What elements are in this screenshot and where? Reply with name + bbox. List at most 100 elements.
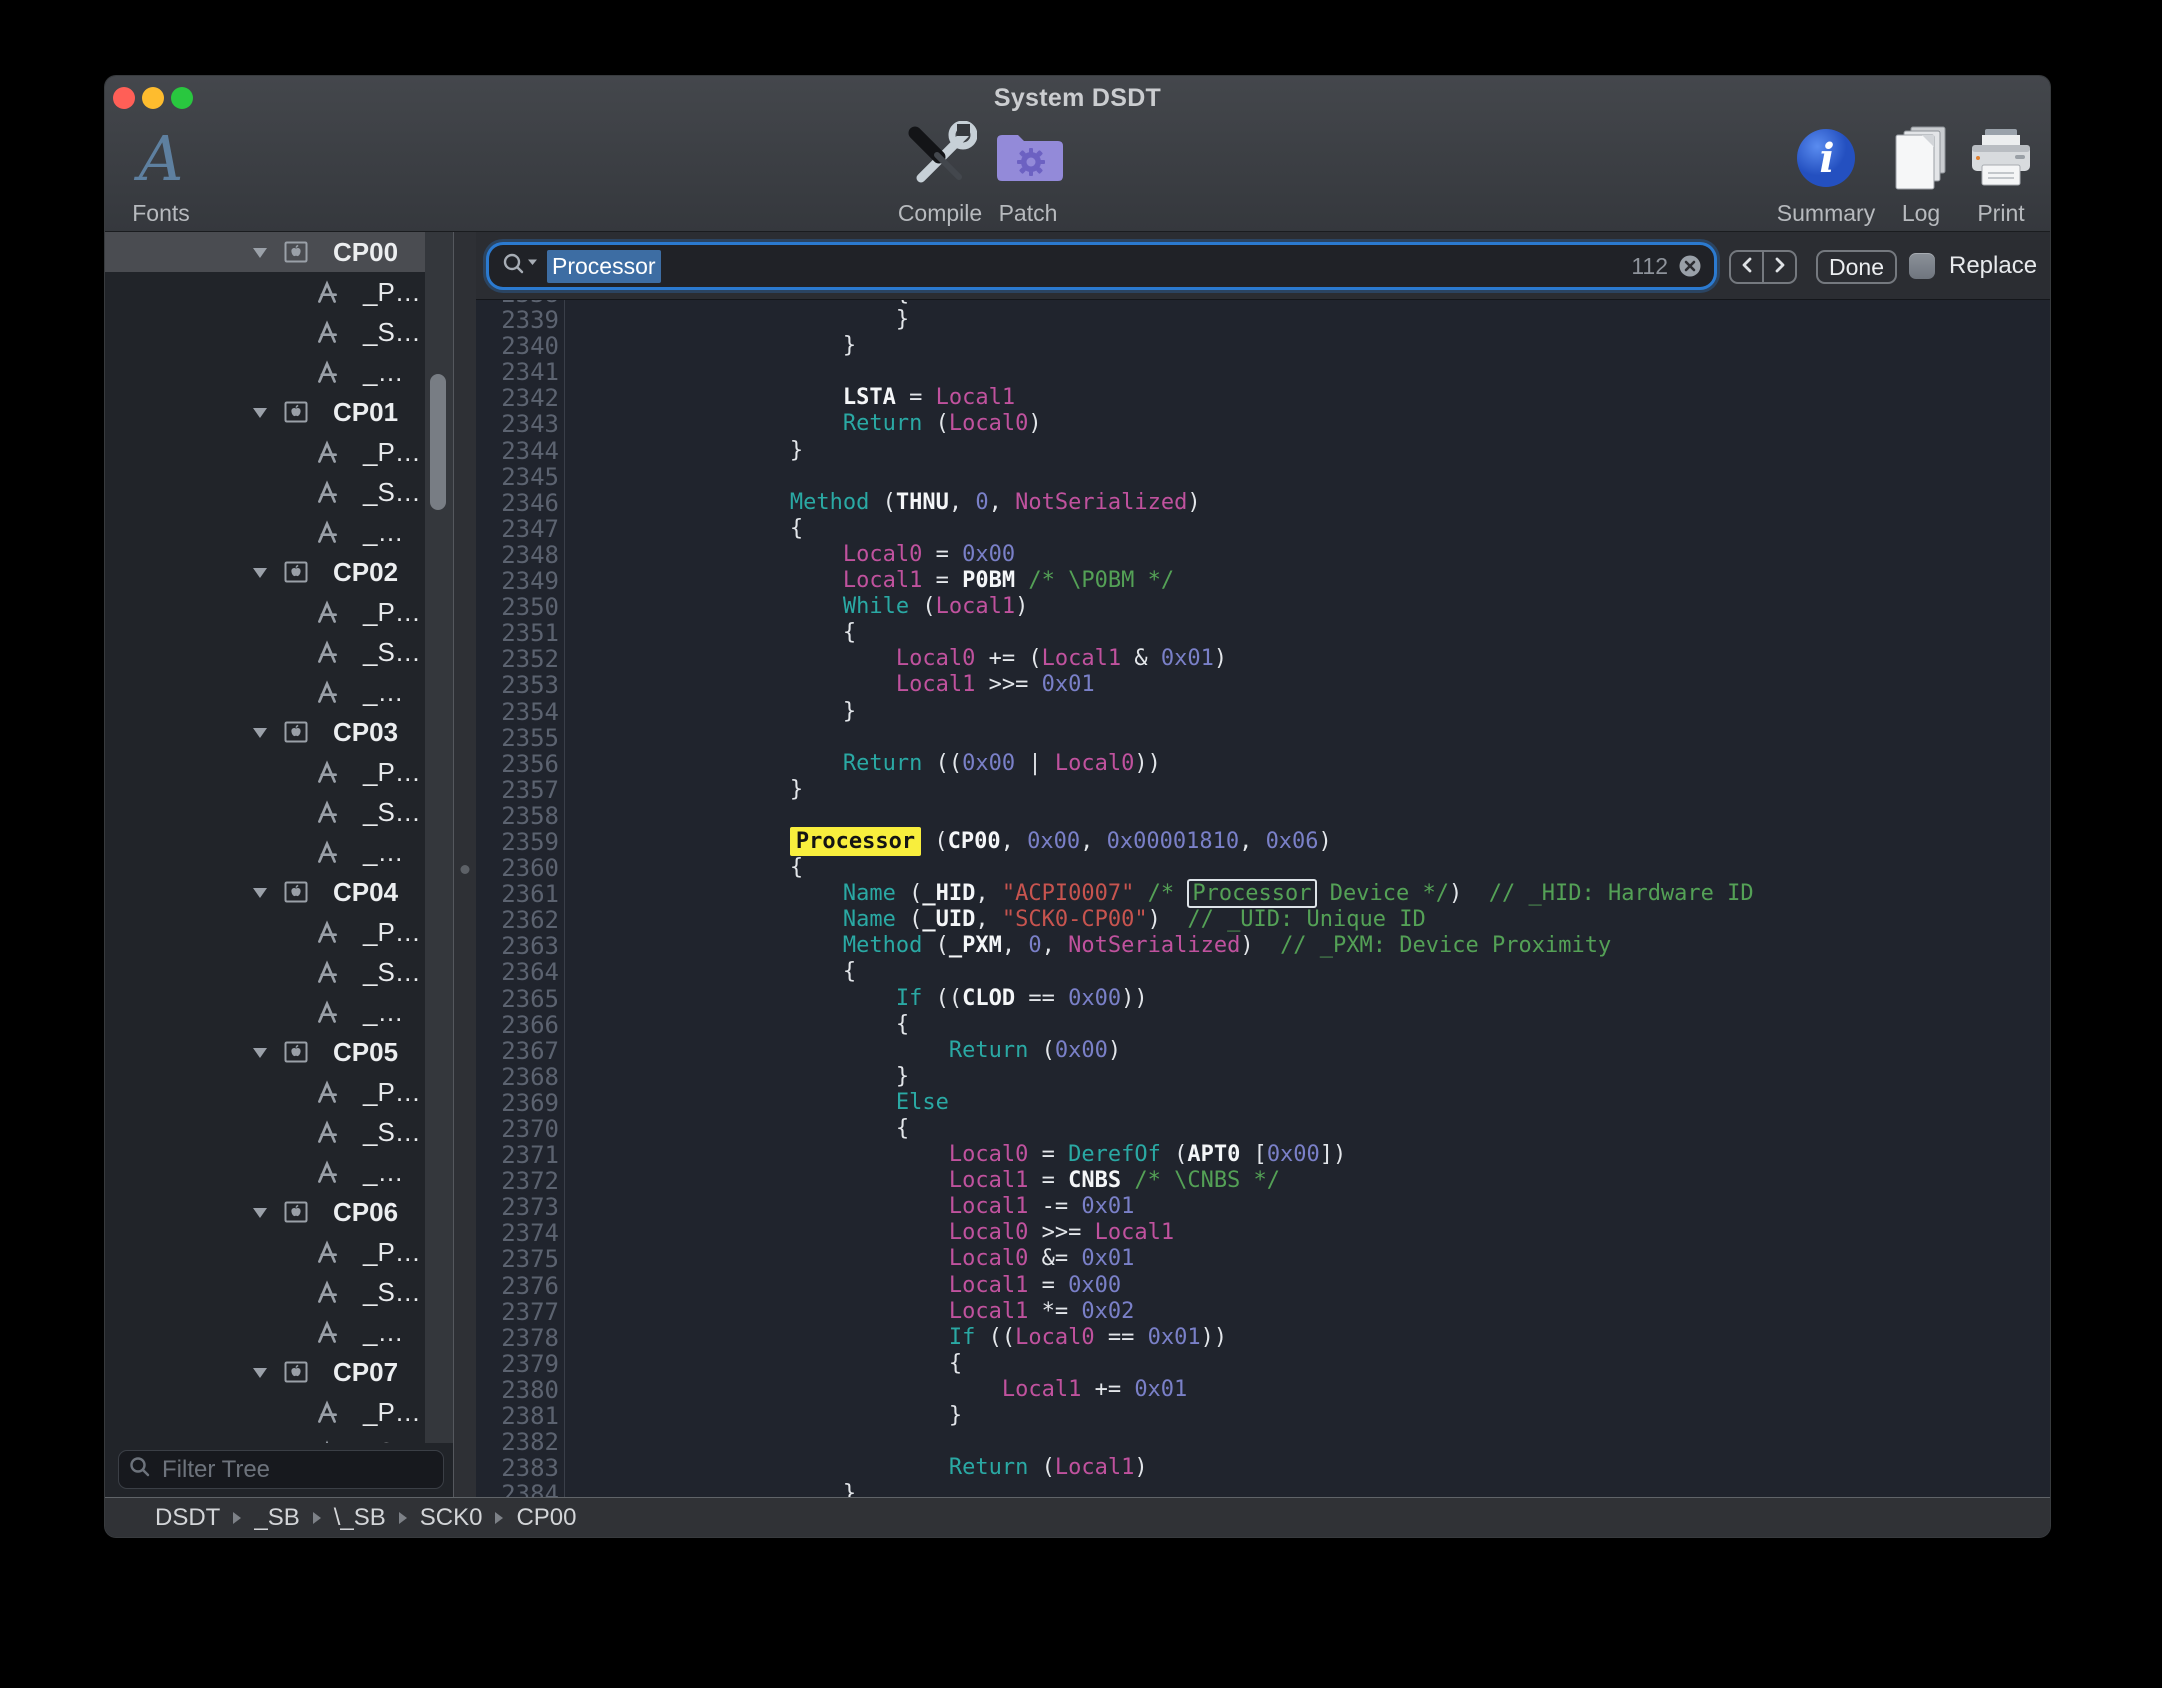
svg-text:i: i xyxy=(1819,135,1834,182)
tree-child-item[interactable]: _P… xyxy=(105,1232,453,1272)
tree-child-item[interactable]: _S… xyxy=(105,312,453,352)
fonts-icon: A xyxy=(130,122,192,199)
tree-item-label: CP04 xyxy=(333,877,398,908)
disclosure-triangle-icon[interactable] xyxy=(252,1366,268,1384)
line-number: 2383 xyxy=(476,1455,564,1481)
done-button[interactable]: Done xyxy=(1816,250,1897,284)
filter-tree-field[interactable] xyxy=(118,1450,444,1489)
code-line: Local1 -= 0x01 xyxy=(578,1194,2050,1220)
tree-child-item[interactable]: _… xyxy=(105,992,453,1032)
tree-child-item[interactable]: _P… xyxy=(105,1072,453,1112)
tree-child-label: _… xyxy=(363,517,403,548)
find-input[interactable]: Processor 112 xyxy=(489,245,1714,287)
print-button[interactable]: Print xyxy=(1926,122,2050,227)
find-next-button[interactable] xyxy=(1764,252,1795,282)
code-line: } xyxy=(578,1481,2050,1497)
tree-child-item[interactable]: _… xyxy=(105,832,453,872)
code-line: Return ((0x00 | Local0)) xyxy=(578,751,2050,777)
tree-item-CP01[interactable]: CP01 xyxy=(105,392,453,432)
tree-child-item[interactable]: _P… xyxy=(105,912,453,952)
disclosure-triangle-icon[interactable] xyxy=(252,566,268,584)
breadcrumb-item[interactable]: SCK0 xyxy=(420,1504,483,1532)
chevron-left-icon xyxy=(1739,255,1755,280)
tree-child-item[interactable]: _P… xyxy=(105,272,453,312)
tree-item-CP03[interactable]: CP03 xyxy=(105,712,453,752)
tree-child-item[interactable]: _P… xyxy=(105,592,453,632)
code-line: } xyxy=(578,699,2050,725)
device-icon xyxy=(282,398,310,431)
method-icon xyxy=(313,359,341,392)
tree-child-item[interactable]: _… xyxy=(105,672,453,712)
pane-splitter[interactable] xyxy=(454,232,476,1497)
tree-child-label: _S… xyxy=(363,637,421,668)
code-line: } xyxy=(578,1403,2050,1429)
tree-child-item[interactable]: _P… xyxy=(105,752,453,792)
disclosure-triangle-icon[interactable] xyxy=(252,1046,268,1064)
tree-child-item[interactable]: _S… xyxy=(105,632,453,672)
line-number: 2341 xyxy=(476,359,564,385)
breadcrumb-item[interactable]: CP00 xyxy=(516,1504,576,1532)
clear-search-icon[interactable] xyxy=(1678,254,1702,278)
code-line: Local1 = CNBS /* \CNBS */ xyxy=(578,1168,2050,1194)
tree-item-CP02[interactable]: CP02 xyxy=(105,552,453,592)
sidebar-scrollbar-thumb[interactable] xyxy=(430,374,446,510)
code-line: } xyxy=(578,1064,2050,1090)
search-menu-icon[interactable] xyxy=(501,251,541,282)
code-editor[interactable]: 2338233923402341234223432344234523462347… xyxy=(476,300,2050,1497)
tree-child-item[interactable]: _S… xyxy=(105,1112,453,1152)
tree-child-item[interactable]: _… xyxy=(105,352,453,392)
method-icon xyxy=(313,319,341,352)
code-line: { xyxy=(578,516,2050,542)
code-line: { xyxy=(578,959,2050,985)
disclosure-triangle-icon[interactable] xyxy=(252,886,268,904)
tree-item-label: CP06 xyxy=(333,1197,398,1228)
method-icon xyxy=(313,1119,341,1152)
tree-child-item[interactable]: _S… xyxy=(105,472,453,512)
code-line: Local0 >>= Local1 xyxy=(578,1220,2050,1246)
line-number: 2353 xyxy=(476,672,564,698)
disclosure-triangle-icon[interactable] xyxy=(252,1206,268,1224)
disclosure-triangle-icon[interactable] xyxy=(252,726,268,744)
disclosure-triangle-icon[interactable] xyxy=(252,406,268,424)
replace-checkbox[interactable] xyxy=(1909,253,1935,279)
find-previous-button[interactable] xyxy=(1731,252,1764,282)
code-line: Local1 = 0x00 xyxy=(578,1273,2050,1299)
line-number: 2382 xyxy=(476,1429,564,1455)
breadcrumb-item[interactable]: _SB xyxy=(254,1504,299,1532)
tree-child-item[interactable]: _… xyxy=(105,512,453,552)
tree-child-item[interactable]: _… xyxy=(105,1312,453,1352)
method-icon xyxy=(313,1079,341,1112)
code-line: } xyxy=(578,438,2050,464)
patch-button[interactable]: Patch xyxy=(953,122,1103,227)
app-window: System DSDT A Fonts Compile xyxy=(105,76,2050,1537)
tree-child-item[interactable]: _S… xyxy=(105,1432,453,1443)
breadcrumb-item[interactable]: \_SB xyxy=(334,1504,386,1532)
tree-item-CP00[interactable]: CP00 xyxy=(105,232,453,272)
device-icon xyxy=(282,238,310,271)
code-line: { xyxy=(578,1351,2050,1377)
fonts-button[interactable]: A Fonts xyxy=(105,122,236,227)
tree-item-CP05[interactable]: CP05 xyxy=(105,1032,453,1072)
tree-item-CP04[interactable]: CP04 xyxy=(105,872,453,912)
line-number: 2359 xyxy=(476,829,564,855)
disclosure-triangle-icon[interactable] xyxy=(252,246,268,264)
filter-tree-input[interactable] xyxy=(160,1455,434,1485)
tree-child-item[interactable]: _P… xyxy=(105,432,453,472)
svg-text:A: A xyxy=(134,122,184,194)
tree-item-CP06[interactable]: CP06 xyxy=(105,1192,453,1232)
line-number: 2355 xyxy=(476,725,564,751)
tree-child-item[interactable]: _S… xyxy=(105,1272,453,1312)
line-number: 2374 xyxy=(476,1220,564,1246)
tree-child-item[interactable]: _S… xyxy=(105,952,453,992)
device-icon xyxy=(282,1038,310,1071)
tree-child-item[interactable]: _P… xyxy=(105,1392,453,1432)
breadcrumb-item[interactable]: DSDT xyxy=(155,1504,220,1532)
tree-item-CP07[interactable]: CP07 xyxy=(105,1352,453,1392)
breadcrumb-separator-icon xyxy=(495,1512,503,1524)
tree-child-label: _P… xyxy=(363,1077,421,1108)
tree-child-item[interactable]: _… xyxy=(105,1152,453,1192)
tree-item-label: CP05 xyxy=(333,1037,398,1068)
method-icon xyxy=(313,799,341,832)
method-icon xyxy=(313,919,341,952)
tree-child-item[interactable]: _S… xyxy=(105,792,453,832)
